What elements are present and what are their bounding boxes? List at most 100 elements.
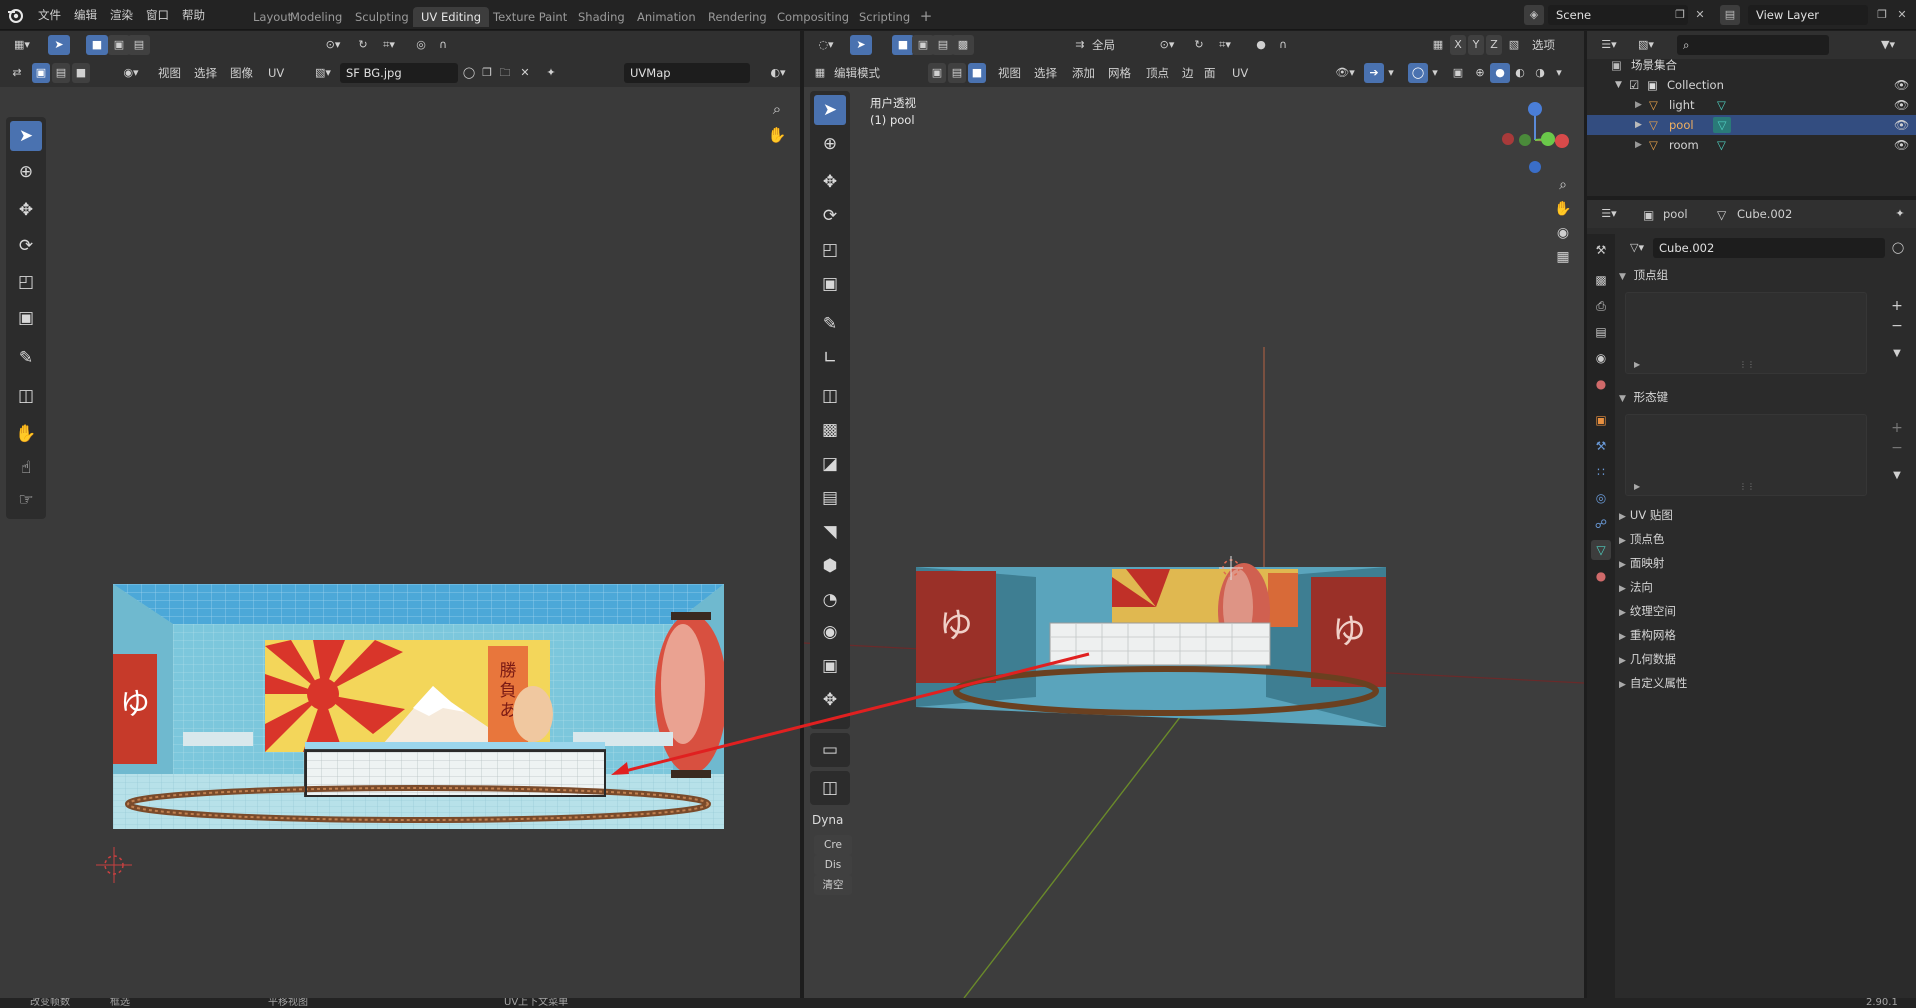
eye-icon[interactable]: 👁 [1894, 78, 1909, 92]
uv-canvas[interactable]: ➤ ⊕ ✥ ⟳ ◰ ▣ ✎ ◫ ✋ ☝ ☞ ⌕ ✋ [0, 87, 800, 998]
tab-scripting[interactable]: Scripting [851, 7, 918, 27]
rendered-shading-icon[interactable]: ◑ [1530, 63, 1550, 83]
editor-type-icon[interactable]: ▦▾ [6, 35, 38, 55]
vp-select-invert-icon[interactable]: ▩ [952, 35, 974, 55]
collection-checkbox[interactable]: ☑ [1629, 75, 1639, 95]
custom-properties-section[interactable]: ▶ 自定义属性 [1619, 672, 1687, 694]
list-resize-handle-icon[interactable]: ⋮⋮ [1739, 360, 1755, 369]
ortho-toggle-icon[interactable]: ▦ [1552, 247, 1574, 267]
outliner-row-light[interactable]: ▶ ▽ light ▽ 👁 [1587, 95, 1916, 115]
view-layer-field[interactable]: View Layer [1748, 5, 1868, 25]
grab-tool-icon[interactable]: ✋ [10, 419, 42, 449]
spin-tool-icon[interactable]: ◔ [814, 585, 846, 615]
wireframe-shading-icon[interactable]: ⊕ [1470, 63, 1490, 83]
outliner-editor-type-icon[interactable]: ☰▾ [1593, 35, 1625, 55]
new-view-layer-icon[interactable]: ❐ [1872, 5, 1892, 25]
transform-tool-icon[interactable]: ▣ [10, 303, 42, 333]
uv-menu-view[interactable]: 视图 [158, 63, 181, 83]
pivot-icon[interactable]: ⊙▾ [1152, 35, 1182, 55]
overlays-dropdown-icon[interactable]: ▾ [1428, 63, 1442, 83]
vertex-group-specials-icon[interactable]: ▼ [1885, 344, 1909, 364]
options-dropdown[interactable]: 选项 [1532, 35, 1555, 55]
uv-sync-icon[interactable]: ↻ [352, 35, 374, 55]
smooth-tool-icon[interactable]: ◉ [814, 617, 846, 647]
display-channels-icon[interactable]: ◐▾ [762, 63, 794, 83]
menu-help[interactable]: 帮助 [176, 6, 211, 24]
falloff-type-icon[interactable]: ∩ [1272, 35, 1294, 55]
list-expand-icon[interactable]: ▶ [1634, 482, 1640, 491]
face-maps-section[interactable]: ▶ 面映射 [1619, 552, 1664, 574]
vp-select-subtract-icon[interactable]: ▤ [932, 35, 954, 55]
face-select-icon[interactable]: ■ [72, 63, 90, 83]
inset-tool-icon[interactable]: ▩ [814, 415, 846, 445]
uv-menu-uv[interactable]: UV [268, 63, 284, 83]
zoom-icon[interactable]: ⌕ [766, 99, 788, 119]
tool-tab-icon[interactable]: ⚒ [1591, 240, 1611, 260]
snap-target-icon[interactable]: ⌗▾ [1210, 35, 1240, 55]
render-tab-icon[interactable]: ▩ [1591, 270, 1611, 290]
view-layer-icon[interactable]: ▤ [1720, 5, 1740, 25]
tab-texture-paint[interactable]: Texture Paint [485, 7, 575, 27]
xray-icon[interactable]: ▣ [1448, 63, 1468, 83]
dyntopo-dissolve-button[interactable]: Dis [814, 855, 852, 875]
auto-merge-icon[interactable]: ▧ [1504, 35, 1524, 55]
mesh-data-tab-icon[interactable]: ▽ [1591, 540, 1611, 560]
mesh-name-field[interactable]: Cube.002 [1653, 238, 1885, 258]
vp-move-tool-icon[interactable]: ✥ [814, 167, 846, 197]
image-browse-icon[interactable]: ▧▾ [308, 63, 338, 83]
uv-maps-section[interactable]: ▶ UV 贴图 [1619, 504, 1673, 526]
tab-modeling[interactable]: Modeling [282, 7, 350, 27]
knife-tool-icon[interactable]: ◥ [814, 517, 846, 547]
open-image-icon[interactable]: 🗀 [496, 63, 514, 83]
menu-file[interactable]: 文件 [32, 6, 67, 24]
mirror-z-button[interactable]: Z [1486, 35, 1502, 55]
new-image-icon[interactable]: ❐ [478, 63, 496, 83]
tab-compositing[interactable]: Compositing [769, 7, 857, 27]
face-mode-icon[interactable]: ■ [968, 63, 986, 83]
loop-cut-tool-icon[interactable]: ▤ [814, 483, 846, 513]
vp-menu-edge[interactable]: 边 [1182, 63, 1194, 83]
falloff-icon[interactable]: ∩ [432, 35, 454, 55]
vp-menu-select[interactable]: 选择 [1034, 63, 1057, 83]
new-scene-icon[interactable]: ❐ [1670, 5, 1690, 25]
shape-keys-section[interactable]: ▼ 形态键 [1619, 386, 1668, 408]
shading-dropdown-icon[interactable]: ▾ [1550, 63, 1568, 83]
transform-orientation-icon[interactable]: ⇉ [1070, 35, 1090, 55]
navigation-gizmo[interactable] [1492, 97, 1578, 183]
outliner-row-collection[interactable]: ▼ ☑ ▣ Collection 👁 [1587, 75, 1916, 95]
viewport-canvas[interactable]: ゆ ゆ 用户透视 (1) pool ➤ ⊕ ✥ ⟳ ◰ ▣ ✎ ∟ ◫ ▩ ◪ … [804, 87, 1584, 998]
shape-keys-list[interactable]: ▶ ⋮⋮ [1625, 414, 1867, 496]
fake-user-icon[interactable]: ◯ [460, 63, 478, 83]
eye-icon[interactable]: 👁 [1894, 98, 1909, 112]
unlink-image-icon[interactable]: ✕ [516, 63, 534, 83]
select-mode-subtract-icon[interactable]: ▤ [128, 35, 150, 55]
snap-toggle-icon[interactable]: ↻ [1188, 35, 1210, 55]
delete-view-layer-icon[interactable]: ✕ [1892, 5, 1912, 25]
uv-map-field[interactable]: UVMap [624, 63, 750, 83]
add-vertex-group-icon[interactable]: + [1885, 296, 1909, 316]
outliner-row-pool[interactable]: ▶ ▽ pool ▽ 👁 [1587, 115, 1916, 135]
tab-shading[interactable]: Shading [570, 7, 633, 27]
world-tab-icon[interactable]: ● [1591, 374, 1611, 394]
move-tool-icon[interactable]: ✥ [10, 195, 42, 225]
relax-tool-icon[interactable]: ☝ [10, 453, 42, 483]
pinch-tool-icon[interactable]: ☞ [10, 485, 42, 515]
modifier-tab-icon[interactable]: ⚒ [1591, 436, 1611, 456]
vp-pan-icon[interactable]: ✋ [1552, 199, 1574, 219]
vp-menu-vertex[interactable]: 顶点 [1146, 63, 1169, 83]
material-shading-icon[interactable]: ◐ [1510, 63, 1530, 83]
vp-select-new-icon[interactable]: ■ [892, 35, 914, 55]
gizmo-icon[interactable]: ➔ [1364, 63, 1384, 83]
rotate-tool-icon[interactable]: ⟳ [10, 231, 42, 261]
vp-annotate-tool-icon[interactable]: ✎ [814, 309, 846, 339]
shape-key-specials-icon[interactable]: ▼ [1885, 466, 1909, 486]
vertex-groups-section[interactable]: ▼ 顶点组 [1619, 264, 1668, 286]
list-expand-icon[interactable]: ▶ [1634, 360, 1640, 369]
camera-view-icon[interactable]: ◉ [1552, 223, 1574, 243]
edge-mode-icon[interactable]: ▤ [948, 63, 966, 83]
properties-editor-type-icon[interactable]: ☰▾ [1593, 204, 1625, 224]
snap-icon[interactable]: ⌗▾ [374, 35, 404, 55]
transform-orientation-dropdown[interactable]: 全局 [1092, 35, 1150, 55]
pivot-point-icon[interactable]: ⊙▾ [318, 35, 348, 55]
constraints-tab-icon[interactable]: ☍ [1591, 514, 1611, 534]
